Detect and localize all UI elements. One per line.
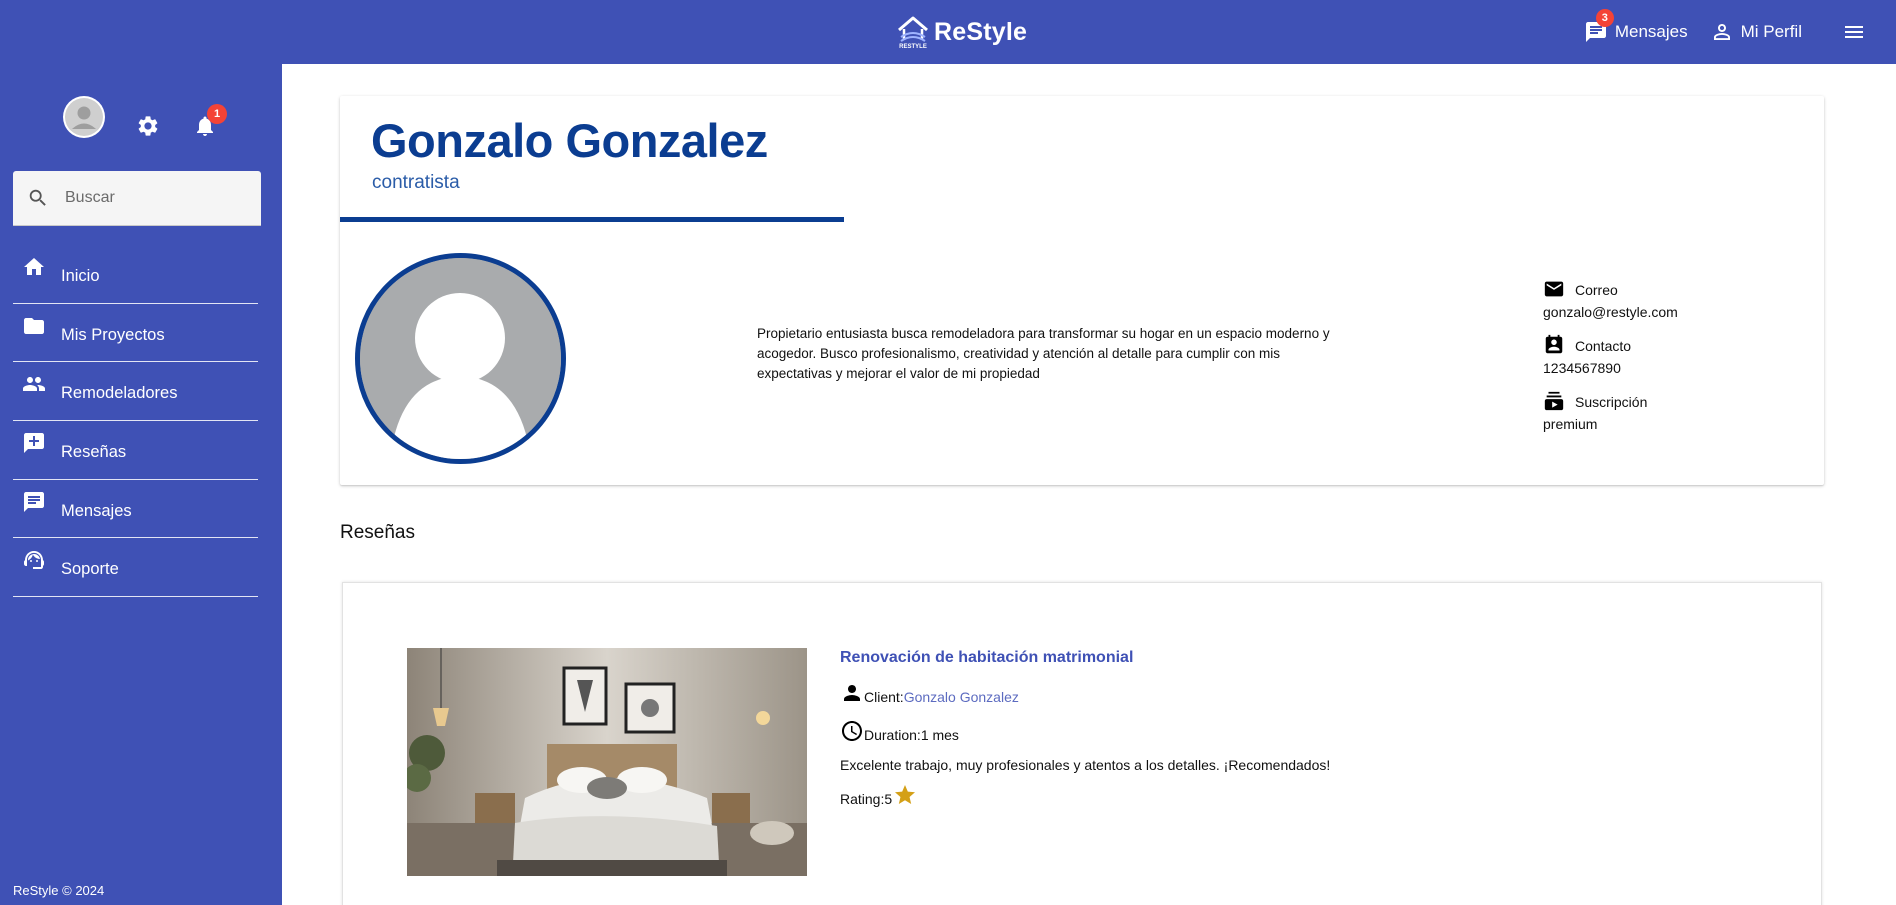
subscriptions-icon [1544, 391, 1564, 411]
chat-icon [24, 491, 44, 512]
brand[interactable]: RESTYLE ReStyle [896, 13, 1027, 51]
sidebar-nav: Inicio Mis Proyectos Remodeladores Reseñ… [13, 245, 258, 598]
rate-review-icon [24, 433, 44, 454]
review-title[interactable]: Renovación de habitación matrimonial [840, 649, 1540, 667]
default-avatar-icon [360, 258, 561, 459]
sidebar-item-remodeladores[interactable]: Remodeladores [13, 362, 258, 422]
menu-icon [1845, 26, 1863, 38]
brand-name: ReStyle [934, 17, 1028, 46]
email-label: Correo [1575, 282, 1618, 298]
svg-text:RESTYLE: RESTYLE [899, 44, 927, 50]
hamburger-menu-button[interactable] [1842, 20, 1866, 44]
subscription-label: Suscripción [1575, 394, 1648, 410]
sidebar-item-label: Inicio [61, 267, 100, 285]
notifications-badge: 1 [207, 104, 227, 124]
review-body: Renovación de habitación matrimonial Cli… [840, 649, 1540, 807]
sidebar-item-mis-proyectos[interactable]: Mis Proyectos [13, 304, 258, 363]
messages-label: Mensajes [1614, 22, 1688, 41]
top-actions: 3 Mensajes Mi Perfil [1584, 0, 1896, 64]
review-client: Client: Gonzalo Gonzalez [840, 681, 1540, 705]
sidebar-item-label: Mensajes [61, 501, 132, 520]
default-avatar-icon [65, 98, 103, 136]
search-field [13, 171, 261, 226]
client-link[interactable]: Gonzalo Gonzalez [904, 689, 1019, 705]
review-image [407, 648, 807, 876]
client-label: Client: [864, 689, 904, 705]
profile-card: Gonzalo Gonzalez contratista Propietario… [340, 96, 1824, 485]
settings-button[interactable] [136, 114, 160, 138]
contact-icon [1545, 334, 1563, 354]
sidebar-item-resenas[interactable]: Reseñas [13, 421, 258, 480]
title-underline [340, 217, 844, 222]
avatar[interactable] [63, 96, 105, 138]
sidebar: 1 Inicio Mis Proyectos Remodeladores Res… [0, 64, 282, 905]
contact-value: 1234567890 [1543, 360, 1621, 376]
profile-bio: Propietario entusiasta busca remodelador… [757, 326, 1330, 381]
sidebar-item-soporte[interactable]: Soporte [13, 538, 258, 598]
sidebar-item-mensajes[interactable]: Mensajes [13, 480, 258, 539]
search-icon [29, 189, 46, 206]
review-card: Renovación de habitación matrimonial Cli… [342, 582, 1822, 905]
sidebar-item-label: Mis Proyectos [61, 325, 165, 344]
gear-icon [138, 116, 158, 136]
mail-icon [1544, 281, 1564, 297]
profile-button[interactable]: Mi Perfil [1710, 20, 1802, 44]
star-icon [895, 785, 916, 804]
folder-icon [24, 317, 44, 334]
restyle-logo-icon: RESTYLE [896, 14, 930, 50]
review-rating: Rating: 5 [840, 783, 1540, 807]
email-value: gonzalo@restyle.com [1543, 304, 1678, 320]
info-email: Correo gonzalo@restyle.com [1543, 278, 1763, 334]
sidebar-item-label: Soporte [61, 560, 119, 579]
profile-info: Correo gonzalo@restyle.com Contacto 1234… [1543, 278, 1763, 446]
notifications-button[interactable]: 1 [193, 104, 227, 138]
top-app-bar: RESTYLE ReStyle 3 Mensajes Mi Perfil [0, 0, 1896, 64]
sidebar-item-label: Reseñas [61, 443, 127, 462]
messages-button[interactable]: 3 Mensajes [1584, 9, 1688, 44]
profile-name: Gonzalo Gonzalez [371, 114, 768, 167]
search-input[interactable] [65, 189, 245, 207]
people-icon [23, 377, 45, 392]
person-outline-icon [1713, 24, 1730, 40]
messages-badge: 3 [1595, 9, 1614, 27]
support-agent-icon [24, 551, 44, 570]
duration-label: Duration: [864, 727, 921, 743]
sidebar-item-inicio[interactable]: Inicio [13, 245, 258, 304]
profile-role: contratista [372, 172, 460, 193]
subscription-value: premium [1543, 416, 1598, 432]
info-contact: Contacto 1234567890 [1543, 334, 1763, 390]
duration-value: 1 mes [920, 727, 959, 743]
rating-label: Rating: [840, 791, 885, 807]
sidebar-footer: ReStyle © 2024 [13, 883, 105, 898]
contact-label: Contacto [1575, 338, 1632, 354]
person-icon [844, 685, 860, 701]
review-duration: Duration: 1 mes [840, 719, 1540, 743]
sidebar-item-label: Remodeladores [61, 384, 178, 403]
clock-icon [842, 721, 862, 741]
reviews-section-title: Reseñas [340, 522, 415, 543]
profile-label: Mi Perfil [1740, 22, 1802, 41]
review-text: Excelente trabajo, muy profesionales y a… [840, 757, 1331, 773]
rating-value: 5 [884, 791, 893, 807]
profile-avatar [355, 253, 566, 464]
home-icon [24, 258, 44, 275]
bedroom-photo [407, 648, 807, 876]
info-subscription: Suscripción premium [1543, 390, 1763, 446]
